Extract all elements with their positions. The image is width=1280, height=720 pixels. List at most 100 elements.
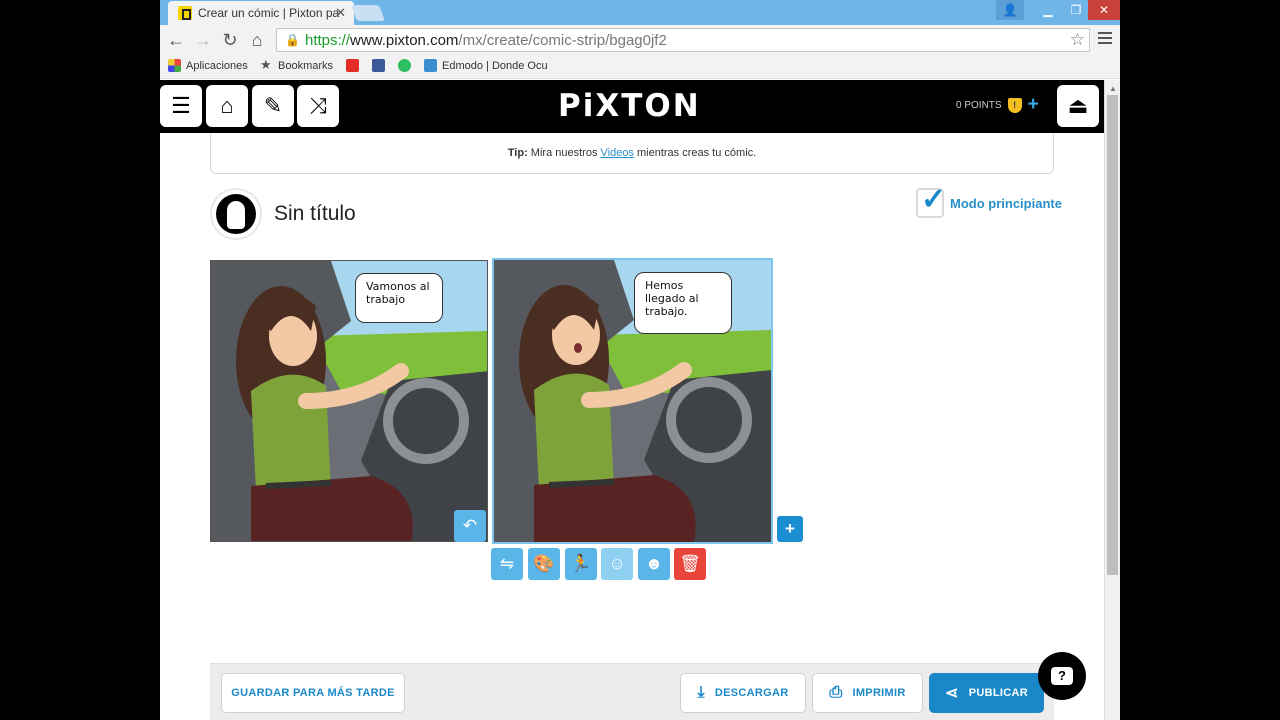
facebook-icon [372, 59, 385, 72]
face-icon: ☺ [608, 554, 626, 573]
home-icon[interactable]: ⌂ [246, 29, 268, 51]
tip-text-before: Mira nuestros [527, 147, 601, 159]
address-bar[interactable]: 🔒 https:// www.pixton.com /mx/create/com… [276, 28, 1090, 52]
checkbox-icon[interactable] [916, 182, 946, 218]
lock-icon: 🔒 [285, 33, 300, 47]
panel-1-scene [211, 261, 487, 541]
printer-icon: ⎙ [829, 684, 843, 701]
download-label: DESCARGAR [714, 687, 789, 699]
house-icon: ⌂ [220, 93, 234, 118]
bookmark-star-icon[interactable]: ☆ [1070, 30, 1085, 50]
restore-icon[interactable]: ❐ [1062, 0, 1090, 20]
tip-prefix: Tip: [507, 147, 528, 159]
home-button[interactable]: ⌂ [206, 85, 248, 127]
user-icon[interactable]: 👤 [996, 0, 1024, 20]
author-avatar[interactable] [210, 188, 262, 240]
tip-banner: Tip: Mira nuestros Videos mientras creas… [210, 133, 1054, 174]
eject-icon: ⏏ [1067, 93, 1089, 118]
close-window-icon[interactable]: ✕ [1088, 0, 1120, 20]
pixton-logo[interactable]: PiXTON [558, 88, 701, 124]
save-later-label: GUARDAR PARA MÁS TARDE [231, 687, 395, 699]
bookmark-bookmarks[interactable]: ★ Bookmarks [260, 57, 334, 72]
points-display[interactable]: 0 POINTS ! + [956, 95, 1042, 114]
scroll-thumb[interactable] [1107, 95, 1118, 575]
color-button[interactable]: 🎨 [528, 548, 560, 580]
hamburger-icon: ☰ [171, 93, 191, 118]
pixton-favicon-icon [178, 6, 192, 20]
comic-panel-2[interactable]: Hemos llegado al trabajo. [492, 258, 773, 544]
add-panel-button[interactable]: + [777, 516, 803, 542]
url-path: /mx/create/comic-strip/bgag0jf2 [458, 31, 667, 49]
beginner-mode-toggle[interactable]: Modo principiante [916, 182, 1062, 218]
speech-bubble[interactable]: Vamonos al trabajo [355, 273, 443, 323]
bookmark-label: Edmodo | Donde Ocu [442, 59, 548, 72]
undo-button[interactable]: ↶ [454, 510, 486, 542]
publish-label: PUBLICAR [968, 687, 1028, 699]
print-label: IMPRIMIR [852, 687, 906, 699]
delete-button[interactable]: 🗑 [674, 548, 706, 580]
new-tab-button[interactable] [351, 5, 385, 21]
head-button[interactable]: ☻ [638, 548, 670, 580]
publish-button[interactable]: ⋖ PUBLICAR [929, 673, 1044, 713]
beginner-mode-label: Modo principiante [950, 195, 1062, 211]
head-icon: ☻ [645, 554, 663, 573]
tip-text-after: mientras creas tu cómic. [633, 147, 757, 159]
pose-button[interactable]: 🏃 [565, 548, 597, 580]
bookmark-youtube[interactable] [346, 59, 364, 72]
scroll-up-icon[interactable]: ▲ [1109, 84, 1117, 93]
tab-close-icon[interactable]: ✕ [335, 5, 346, 21]
points-label: 0 POINTS [956, 100, 1002, 111]
eject-button[interactable]: ⏏ [1057, 85, 1099, 127]
download-icon: ⤓ [697, 684, 705, 701]
help-chat-icon: ? [1051, 667, 1073, 685]
browser-window: Crear un cómic | Pixton pa ✕ 👤 ▁ ❐ ✕ ← →… [160, 0, 1120, 720]
youtube-icon [346, 59, 359, 72]
tab-strip: Crear un cómic | Pixton pa ✕ 👤 ▁ ❐ ✕ [160, 0, 1120, 25]
star-icon: ★ [260, 57, 272, 72]
reload-icon[interactable]: ↻ [219, 29, 241, 51]
scrollbar[interactable]: ▲ [1104, 80, 1120, 720]
avatar-silhouette-icon [216, 194, 256, 234]
comic-panel-1[interactable]: Vamonos al trabajo [210, 260, 488, 542]
undo-icon: ↶ [462, 516, 478, 535]
bookmarks-bar: Aplicaciones ★ Bookmarks Edmodo | Donde O… [160, 55, 1120, 79]
download-button[interactable]: ⤓ DESCARGAR [680, 673, 806, 713]
footer-bar: GUARDAR PARA MÁS TARDE ⤓ DESCARGAR ⎙ IMPRI… [210, 663, 1054, 720]
browser-menu-icon[interactable] [1098, 32, 1112, 47]
url-host: www.pixton.com [350, 31, 459, 49]
save-later-button[interactable]: GUARDAR PARA MÁS TARDE [221, 673, 405, 713]
comic-title[interactable]: Sin título [274, 202, 356, 226]
browser-tab[interactable]: Crear un cómic | Pixton pa ✕ [168, 1, 354, 25]
forward-icon[interactable]: → [192, 29, 214, 51]
shuffle-icon: ⤨ [309, 93, 327, 118]
flip-button[interactable]: ⇋ [491, 548, 523, 580]
add-points-icon[interactable]: + [1028, 95, 1042, 114]
url-scheme: https:// [305, 31, 351, 49]
help-button[interactable]: ? [1038, 652, 1086, 700]
edmodo-icon [424, 59, 437, 72]
pixton-header: ☰ ⌂ ✎ ⤨ PiXTON 0 POINTS ! + ⏏ [160, 80, 1104, 133]
bookmark-label: Bookmarks [278, 59, 334, 72]
evernote-icon [398, 59, 411, 72]
menu-button[interactable]: ☰ [160, 85, 202, 127]
bookmark-evernote[interactable] [398, 59, 416, 72]
bookmark-facebook[interactable] [372, 59, 390, 72]
speech-bubble[interactable]: Hemos llegado al trabajo. [634, 272, 732, 334]
back-icon[interactable]: ← [165, 29, 187, 51]
expression-button[interactable]: ☺ [601, 548, 633, 580]
browser-toolbar: ← → ↻ ⌂ 🔒 https:// www.pixton.com /mx/cr… [160, 25, 1120, 55]
shuffle-button[interactable]: ⤨ [297, 85, 339, 127]
bookmark-edmodo[interactable]: Edmodo | Donde Ocu [424, 59, 548, 72]
flip-icon: ⇋ [499, 554, 515, 573]
minimize-icon[interactable]: ▁ [1034, 0, 1062, 20]
bookmark-apps[interactable]: Aplicaciones [168, 59, 248, 72]
share-icon: ⋖ [945, 685, 959, 702]
tab-title: Crear un cómic | Pixton pa [198, 6, 340, 20]
edit-button[interactable]: ✎ [252, 85, 294, 127]
apps-icon [168, 59, 181, 72]
pose-icon: 🏃 [570, 554, 592, 573]
print-button[interactable]: ⎙ IMPRIMIR [812, 673, 923, 713]
videos-link[interactable]: Videos [601, 147, 634, 159]
pencil-icon: ✎ [263, 93, 283, 118]
trash-icon: 🗑 [679, 554, 701, 573]
